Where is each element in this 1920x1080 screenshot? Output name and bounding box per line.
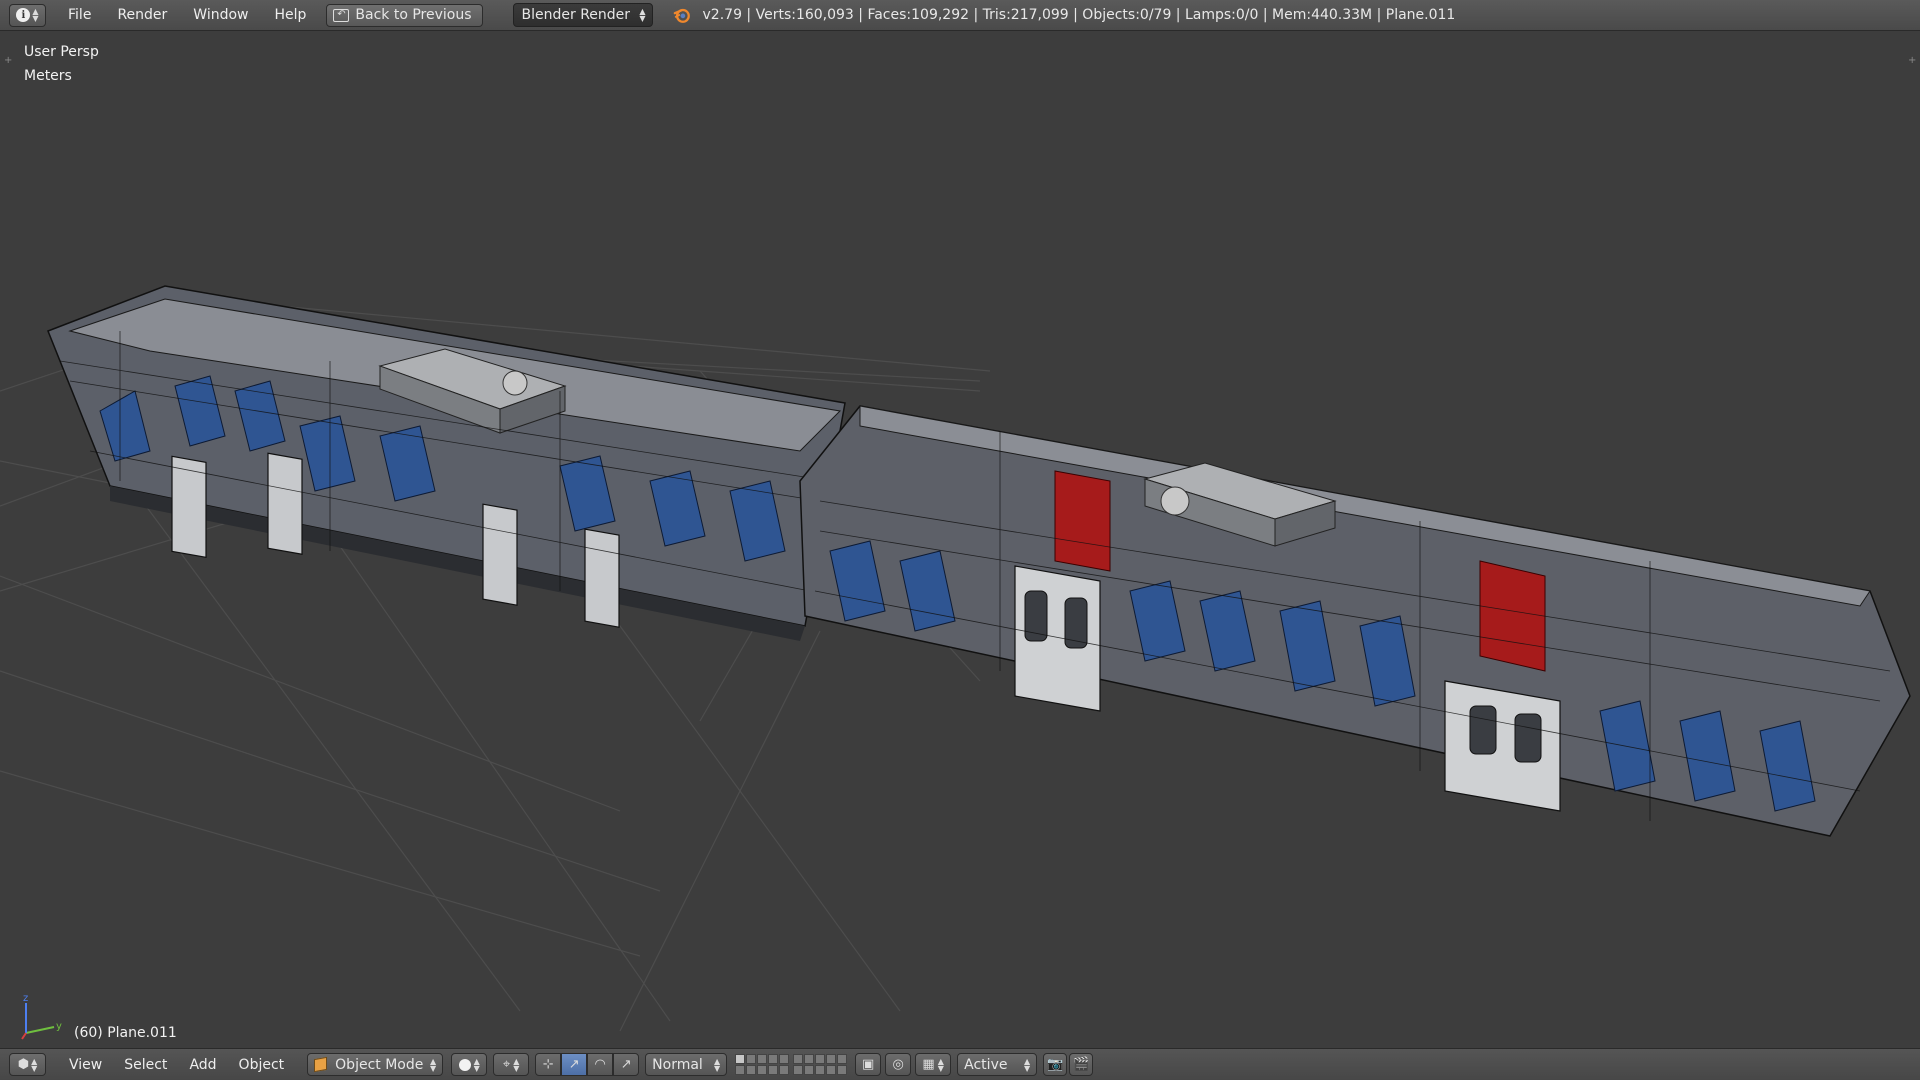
select-arrows-icon: ▲ ▼ [430, 1056, 437, 1073]
layer-button[interactable] [746, 1054, 757, 1064]
menu-select[interactable]: Select [119, 1057, 172, 1073]
layer-button[interactable] [804, 1065, 815, 1075]
info-icon: i [16, 8, 31, 22]
layer-button[interactable] [757, 1054, 768, 1064]
manipulator-icon: ⊹ [542, 1057, 554, 1072]
scene-stats: v2.79 | Verts:160,093 | Faces:109,292 | … [702, 7, 1456, 23]
translate-manipulator-button[interactable]: ↗ [561, 1053, 588, 1076]
manipulator-toggle-button[interactable]: ⊹ [535, 1053, 562, 1076]
scene-canvas[interactable] [0, 31, 1920, 1048]
axis-z-label: z [23, 993, 28, 1004]
menu-render[interactable]: Render [111, 7, 173, 23]
train-car-front-model[interactable] [47, 285, 846, 641]
blender-logo-icon [673, 8, 690, 23]
layer-button[interactable] [735, 1054, 746, 1064]
transform-orientation-label: Normal [652, 1056, 703, 1073]
proportional-edit-icon: ◎ [892, 1057, 904, 1072]
interaction-mode-select[interactable]: Object Mode ▲ ▼ [307, 1053, 444, 1076]
layer-button[interactable] [815, 1065, 826, 1075]
render-engine-label: Blender Render [521, 7, 631, 23]
render-animation-button[interactable]: 🎬 [1069, 1053, 1094, 1076]
menu-file[interactable]: File [62, 7, 97, 23]
3d-viewport[interactable]: + + User Persp Meters y z (60) Plane.011 [0, 31, 1920, 1048]
units-label: Meters [24, 68, 72, 84]
layer-button[interactable] [826, 1054, 837, 1064]
active-object-info: (60) Plane.011 [74, 1025, 177, 1041]
snap-target-select[interactable]: Active ▲ ▼ [957, 1053, 1038, 1076]
back-arrow-icon: ↶ [333, 8, 350, 22]
editor-type-button[interactable]: i ▲ ▼ [9, 3, 46, 27]
menu-window[interactable]: Window [187, 7, 254, 23]
info-header: i ▲ ▼ File Render Window Help ↶ Back to P… [0, 0, 1920, 31]
layer-buttons [735, 1054, 848, 1075]
rotate-icon: ◠ [594, 1057, 606, 1072]
rotate-manipulator-button[interactable]: ◠ [587, 1053, 614, 1076]
snap-target-label: Active [964, 1056, 1008, 1073]
interaction-mode-label: Object Mode [335, 1056, 424, 1073]
viewport-shading-select[interactable]: ▲ ▼ [451, 1053, 488, 1076]
layer-block-2 [793, 1054, 848, 1075]
snap-element-select[interactable]: ▦ ▲ ▼ [915, 1053, 952, 1076]
clapper-render-icon: 🎬 [1073, 1057, 1090, 1072]
translate-icon: ↗ [568, 1057, 580, 1072]
layer-button[interactable] [826, 1065, 837, 1075]
layer-button[interactable] [779, 1054, 790, 1064]
select-arrows-icon: ▲ ▼ [513, 1056, 520, 1073]
lock-layers-icon: ▣ [862, 1057, 875, 1072]
layer-button[interactable] [768, 1054, 779, 1064]
render-engine-select[interactable]: Blender Render ▲ ▼ [512, 3, 653, 27]
layer-block-1 [735, 1054, 790, 1075]
select-arrows-icon: ▲ ▼ [639, 7, 646, 23]
pivot-point-select[interactable]: ⌖ ▲ ▼ [493, 1053, 530, 1076]
select-arrows-icon: ▲ ▼ [937, 1056, 944, 1073]
axis-y-label: y [56, 1021, 62, 1032]
layer-button[interactable] [815, 1054, 826, 1064]
layer-button[interactable] [779, 1065, 790, 1075]
camera-render-icon: 📷 [1047, 1057, 1064, 1072]
layer-button[interactable] [757, 1065, 768, 1075]
region-expand-left-icon[interactable]: + [4, 55, 12, 66]
menu-object[interactable]: Object [234, 1057, 290, 1073]
layer-button[interactable] [746, 1065, 757, 1075]
transform-orientation-select[interactable]: Normal ▲ ▼ [645, 1053, 728, 1076]
view-name-label: User Persp [24, 44, 99, 60]
back-to-previous-label: Back to Previous [355, 7, 472, 23]
layer-button[interactable] [793, 1054, 804, 1064]
back-to-previous-button[interactable]: ↶ Back to Previous [326, 3, 483, 27]
layer-button[interactable] [837, 1065, 848, 1075]
proportional-edit-button[interactable]: ◎ [885, 1053, 912, 1076]
select-arrows-icon: ▲ ▼ [473, 1056, 480, 1073]
editor-type-button-3d[interactable]: ⬢ ▲ ▼ [9, 1053, 46, 1076]
menu-help[interactable]: Help [268, 7, 312, 23]
select-arrows-icon: ▲ ▼ [714, 1056, 721, 1073]
pivot-point-icon: ⌖ [502, 1057, 511, 1072]
3d-view-icon: ⬢ [17, 1057, 30, 1072]
scale-manipulator-button[interactable]: ↗ [613, 1053, 640, 1076]
layer-button[interactable] [793, 1065, 804, 1075]
render-image-button[interactable]: 📷 [1043, 1053, 1068, 1076]
lock-layers-button[interactable]: ▣ [855, 1053, 882, 1076]
region-expand-right-icon[interactable]: + [1908, 55, 1916, 66]
updown-arrows-icon: ▲ ▼ [32, 7, 39, 23]
menu-add[interactable]: Add [184, 1057, 221, 1073]
solid-sphere-icon [458, 1058, 471, 1071]
menu-view[interactable]: View [64, 1057, 107, 1073]
select-arrows-icon: ▲ ▼ [1024, 1056, 1031, 1073]
object-mode-cube-icon [314, 1056, 328, 1073]
manipulator-group: ⊹ ↗ ◠ ↗ [535, 1053, 640, 1076]
updown-arrows-icon: ▲ ▼ [31, 1056, 38, 1073]
layer-button[interactable] [735, 1065, 746, 1075]
scale-icon: ↗ [620, 1057, 632, 1072]
3d-view-header: ⬢ ▲ ▼ View Select Add Object Object Mode … [0, 1048, 1920, 1080]
layer-button[interactable] [768, 1065, 779, 1075]
train-car-rear-model[interactable] [799, 405, 1911, 837]
layer-button[interactable] [804, 1054, 815, 1064]
axis-gizmo-icon: y z [21, 993, 62, 1040]
snap-icon: ▦ [922, 1057, 935, 1072]
layer-button[interactable] [837, 1054, 848, 1064]
